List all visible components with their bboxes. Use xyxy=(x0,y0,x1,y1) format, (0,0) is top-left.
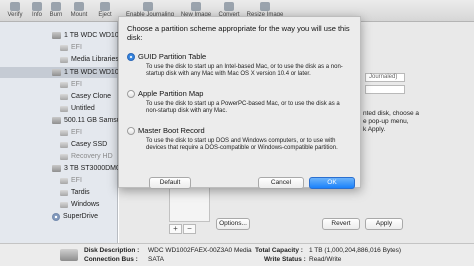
default-button[interactable]: Default xyxy=(149,177,191,189)
volume-icon xyxy=(60,177,68,184)
format-popup[interactable]: Journaled) xyxy=(365,73,405,82)
remove-partition-button[interactable]: − xyxy=(183,224,196,234)
ok-button[interactable]: OK xyxy=(309,177,355,189)
option-title: Master Boot Record xyxy=(138,126,205,135)
sidebar: 1 TB WDC WD100 EFI Media Libraries 1 TB … xyxy=(0,22,124,250)
sidebar-item-volume[interactable]: Tardis xyxy=(60,187,90,198)
hard-disk-icon xyxy=(52,117,61,124)
disk-info-bar: Disk Description : WDC WD1002FAEX-00Z3A0… xyxy=(0,243,474,266)
optical-disc-icon xyxy=(52,212,60,221)
sidebar-item-volume[interactable]: EFI xyxy=(60,79,82,90)
volume-icon xyxy=(60,153,68,160)
instructions-text-2: e pop-up menu, xyxy=(363,118,409,125)
sidebar-item-disk[interactable]: 1 TB WDC WD100 xyxy=(52,30,123,41)
mount-icon xyxy=(74,2,84,11)
total-capacity-label: Total Capacity : xyxy=(255,247,303,254)
sidebar-item-volume[interactable]: Recovery HD xyxy=(60,151,113,162)
hard-disk-icon xyxy=(52,165,61,172)
sidebar-item-superdrive[interactable]: SuperDrive xyxy=(52,211,98,222)
burn-icon xyxy=(51,2,61,11)
hard-disk-icon xyxy=(52,32,61,39)
hard-disk-icon xyxy=(60,249,78,261)
volume-icon xyxy=(60,141,68,148)
sidebar-item-volume[interactable]: Windows xyxy=(60,199,99,210)
total-capacity-value: 1 TB (1,000,204,886,016 Bytes) xyxy=(309,247,402,254)
dialog-prompt: Choose a partition scheme appropriate fo… xyxy=(127,24,350,42)
mount-button[interactable]: Mount xyxy=(66,2,92,19)
connection-bus-label: Connection Bus : xyxy=(84,256,138,263)
cancel-button[interactable]: Cancel xyxy=(258,177,304,189)
sidebar-item-volume[interactable]: EFI xyxy=(60,42,82,53)
options-button[interactable]: Options... xyxy=(216,218,250,230)
revert-button[interactable]: Revert xyxy=(322,218,360,230)
apply-button[interactable]: Apply xyxy=(365,218,403,230)
option-title: GUID Partition Table xyxy=(138,52,207,61)
volume-icon xyxy=(60,44,68,51)
sidebar-item-disk[interactable]: 3 TB ST3000DM00 xyxy=(52,163,124,174)
instructions-text-3: k Apply. xyxy=(363,126,386,133)
volume-icon xyxy=(60,81,68,88)
info-icon xyxy=(32,2,42,11)
option-title: Apple Partition Map xyxy=(138,89,204,98)
volume-icon xyxy=(60,105,68,112)
radio-button[interactable] xyxy=(127,127,135,135)
eject-icon xyxy=(100,2,110,11)
disk-description-value: WDC WD1002FAEX-00Z3A0 Media xyxy=(148,247,252,254)
instructions-text-1: nted disk, choose a xyxy=(363,110,420,117)
volume-icon xyxy=(60,201,68,208)
eject-button[interactable]: Eject xyxy=(92,2,118,19)
write-status-value: Read/Write xyxy=(309,256,342,263)
sidebar-item-disk[interactable]: 500.11 GB Samsu xyxy=(52,115,121,126)
write-status-label: Write Status : xyxy=(264,256,306,263)
option-description: To use the disk to start up DOS and Wind… xyxy=(146,138,338,151)
volume-icon xyxy=(60,56,68,63)
volume-icon xyxy=(60,189,68,196)
name-field[interactable] xyxy=(365,85,405,94)
sidebar-item-volume[interactable]: Casey SSD xyxy=(60,139,107,150)
sidebar-item-volume[interactable]: Media Libraries xyxy=(60,54,119,65)
connection-bus-value: SATA xyxy=(148,256,165,263)
resize-image-icon xyxy=(260,2,270,11)
option-description: To use the disk to start up a PowerPC-ba… xyxy=(146,101,340,114)
volume-icon xyxy=(60,93,68,100)
verify-icon xyxy=(10,2,20,11)
sidebar-item-volume[interactable]: EFI xyxy=(60,175,82,186)
partition-scheme-dialog: Choose a partition scheme appropriate fo… xyxy=(118,16,361,189)
volume-icon xyxy=(60,129,68,136)
disk-description-label: Disk Description : xyxy=(84,247,140,254)
convert-icon xyxy=(224,2,234,11)
journaling-icon xyxy=(143,2,153,11)
sidebar-item-disk-selected[interactable]: 1 TB WDC WD100 xyxy=(52,67,123,78)
radio-button[interactable] xyxy=(127,90,135,98)
new-image-icon xyxy=(191,2,201,11)
option-description: To use the disk to start up an Intel-bas… xyxy=(146,64,343,77)
radio-button-selected[interactable] xyxy=(127,53,135,61)
add-partition-button[interactable]: + xyxy=(169,224,182,234)
hard-disk-icon xyxy=(52,69,61,76)
sidebar-item-volume[interactable]: EFI xyxy=(60,127,82,138)
sidebar-item-volume[interactable]: Casey Clone xyxy=(60,91,111,102)
sidebar-item-volume[interactable]: Untitled xyxy=(60,103,95,114)
